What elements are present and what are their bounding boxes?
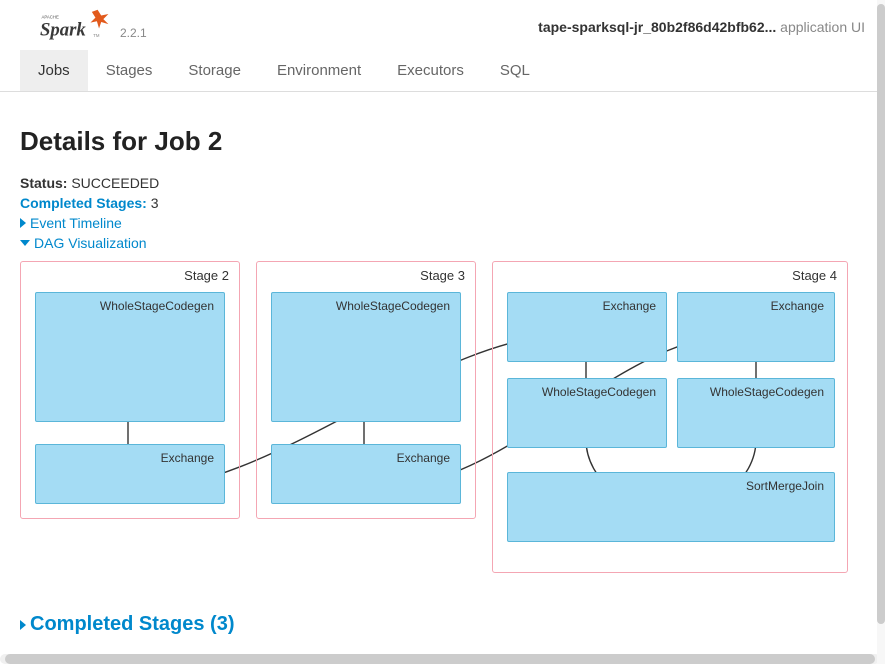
dag-operator-box[interactable]: Exchange bbox=[507, 292, 667, 362]
completed-stages-section-toggle[interactable]: Completed Stages (3) bbox=[20, 613, 865, 636]
dag-operator-box[interactable]: SortMergeJoin bbox=[507, 472, 835, 542]
event-timeline-label: Event Timeline bbox=[30, 215, 122, 231]
dag-operator-box[interactable]: WholeStageCodegen bbox=[35, 292, 225, 422]
logo-area: APACHE Spark TM 2.2.1 bbox=[40, 8, 147, 46]
dag-visualization-label: DAG Visualization bbox=[34, 235, 147, 251]
status-line: Status: SUCCEEDED bbox=[20, 175, 865, 191]
dag-container: Stage 2WholeStageCodegenExchangeStage 3W… bbox=[20, 261, 865, 573]
dag-visualization-toggle[interactable]: DAG Visualization bbox=[20, 235, 865, 251]
nav-tabs: JobsStagesStorageEnvironmentExecutorsSQL bbox=[0, 50, 885, 92]
completed-stages-value: 3 bbox=[151, 195, 159, 211]
header-bar: APACHE Spark TM 2.2.1 tape-sparksql-jr_8… bbox=[0, 0, 885, 50]
nav-tab-sql[interactable]: SQL bbox=[482, 50, 548, 91]
dag-operator-box[interactable]: WholeStageCodegen bbox=[271, 292, 461, 422]
dag-operator-box[interactable]: WholeStageCodegen bbox=[507, 378, 667, 448]
page-title: Details for Job 2 bbox=[20, 126, 865, 157]
svg-text:APACHE: APACHE bbox=[41, 14, 59, 19]
completed-stages-line: Completed Stages: 3 bbox=[20, 195, 865, 211]
vertical-scrollbar[interactable] bbox=[877, 0, 885, 664]
stage-box: Stage 2 WholeStageCodegen Exchange bbox=[20, 261, 240, 519]
event-timeline-toggle[interactable]: Event Timeline bbox=[20, 215, 865, 231]
application-name: tape-sparksql-jr_80b2f86d42bfb62... appl… bbox=[538, 19, 865, 35]
completed-stages-label[interactable]: Completed Stages: bbox=[20, 195, 147, 211]
dag-operator-box[interactable]: Exchange bbox=[271, 444, 461, 504]
stage-box: Stage 4ExchangeExchangeWholeStageCodegen… bbox=[492, 261, 848, 573]
svg-text:Spark: Spark bbox=[40, 20, 86, 41]
chevron-right-icon bbox=[20, 218, 26, 228]
chevron-right-icon bbox=[20, 620, 26, 630]
version-label: 2.2.1 bbox=[120, 26, 147, 46]
spark-logo-icon: APACHE Spark TM bbox=[40, 8, 112, 46]
application-name-suffix: application UI bbox=[776, 19, 865, 35]
dag-operator-box[interactable]: Exchange bbox=[35, 444, 225, 504]
status-value: SUCCEEDED bbox=[71, 175, 159, 191]
nav-tab-storage[interactable]: Storage bbox=[170, 50, 259, 91]
nav-tab-environment[interactable]: Environment bbox=[259, 50, 379, 91]
application-name-id: tape-sparksql-jr_80b2f86d42bfb62... bbox=[538, 19, 776, 35]
completed-stages-section-label: Completed Stages (3) bbox=[30, 613, 234, 636]
nav-tab-executors[interactable]: Executors bbox=[379, 50, 482, 91]
horizontal-scrollbar[interactable] bbox=[0, 654, 880, 664]
status-label: Status: bbox=[20, 175, 67, 191]
dag-operator-box[interactable]: Exchange bbox=[677, 292, 835, 362]
dag-operator-box[interactable]: WholeStageCodegen bbox=[677, 378, 835, 448]
nav-tab-jobs[interactable]: Jobs bbox=[20, 50, 88, 91]
svg-text:TM: TM bbox=[93, 33, 100, 38]
chevron-down-icon bbox=[20, 240, 30, 246]
stage-box: Stage 3 WholeStageCodegen Exchange bbox=[256, 261, 476, 519]
nav-tab-stages[interactable]: Stages bbox=[88, 50, 171, 91]
main-content: Details for Job 2 Status: SUCCEEDED Comp… bbox=[0, 92, 885, 654]
stage-label: Stage 2 bbox=[184, 268, 229, 283]
stage-label: Stage 3 bbox=[420, 268, 465, 283]
stage-label: Stage 4 bbox=[792, 268, 837, 283]
